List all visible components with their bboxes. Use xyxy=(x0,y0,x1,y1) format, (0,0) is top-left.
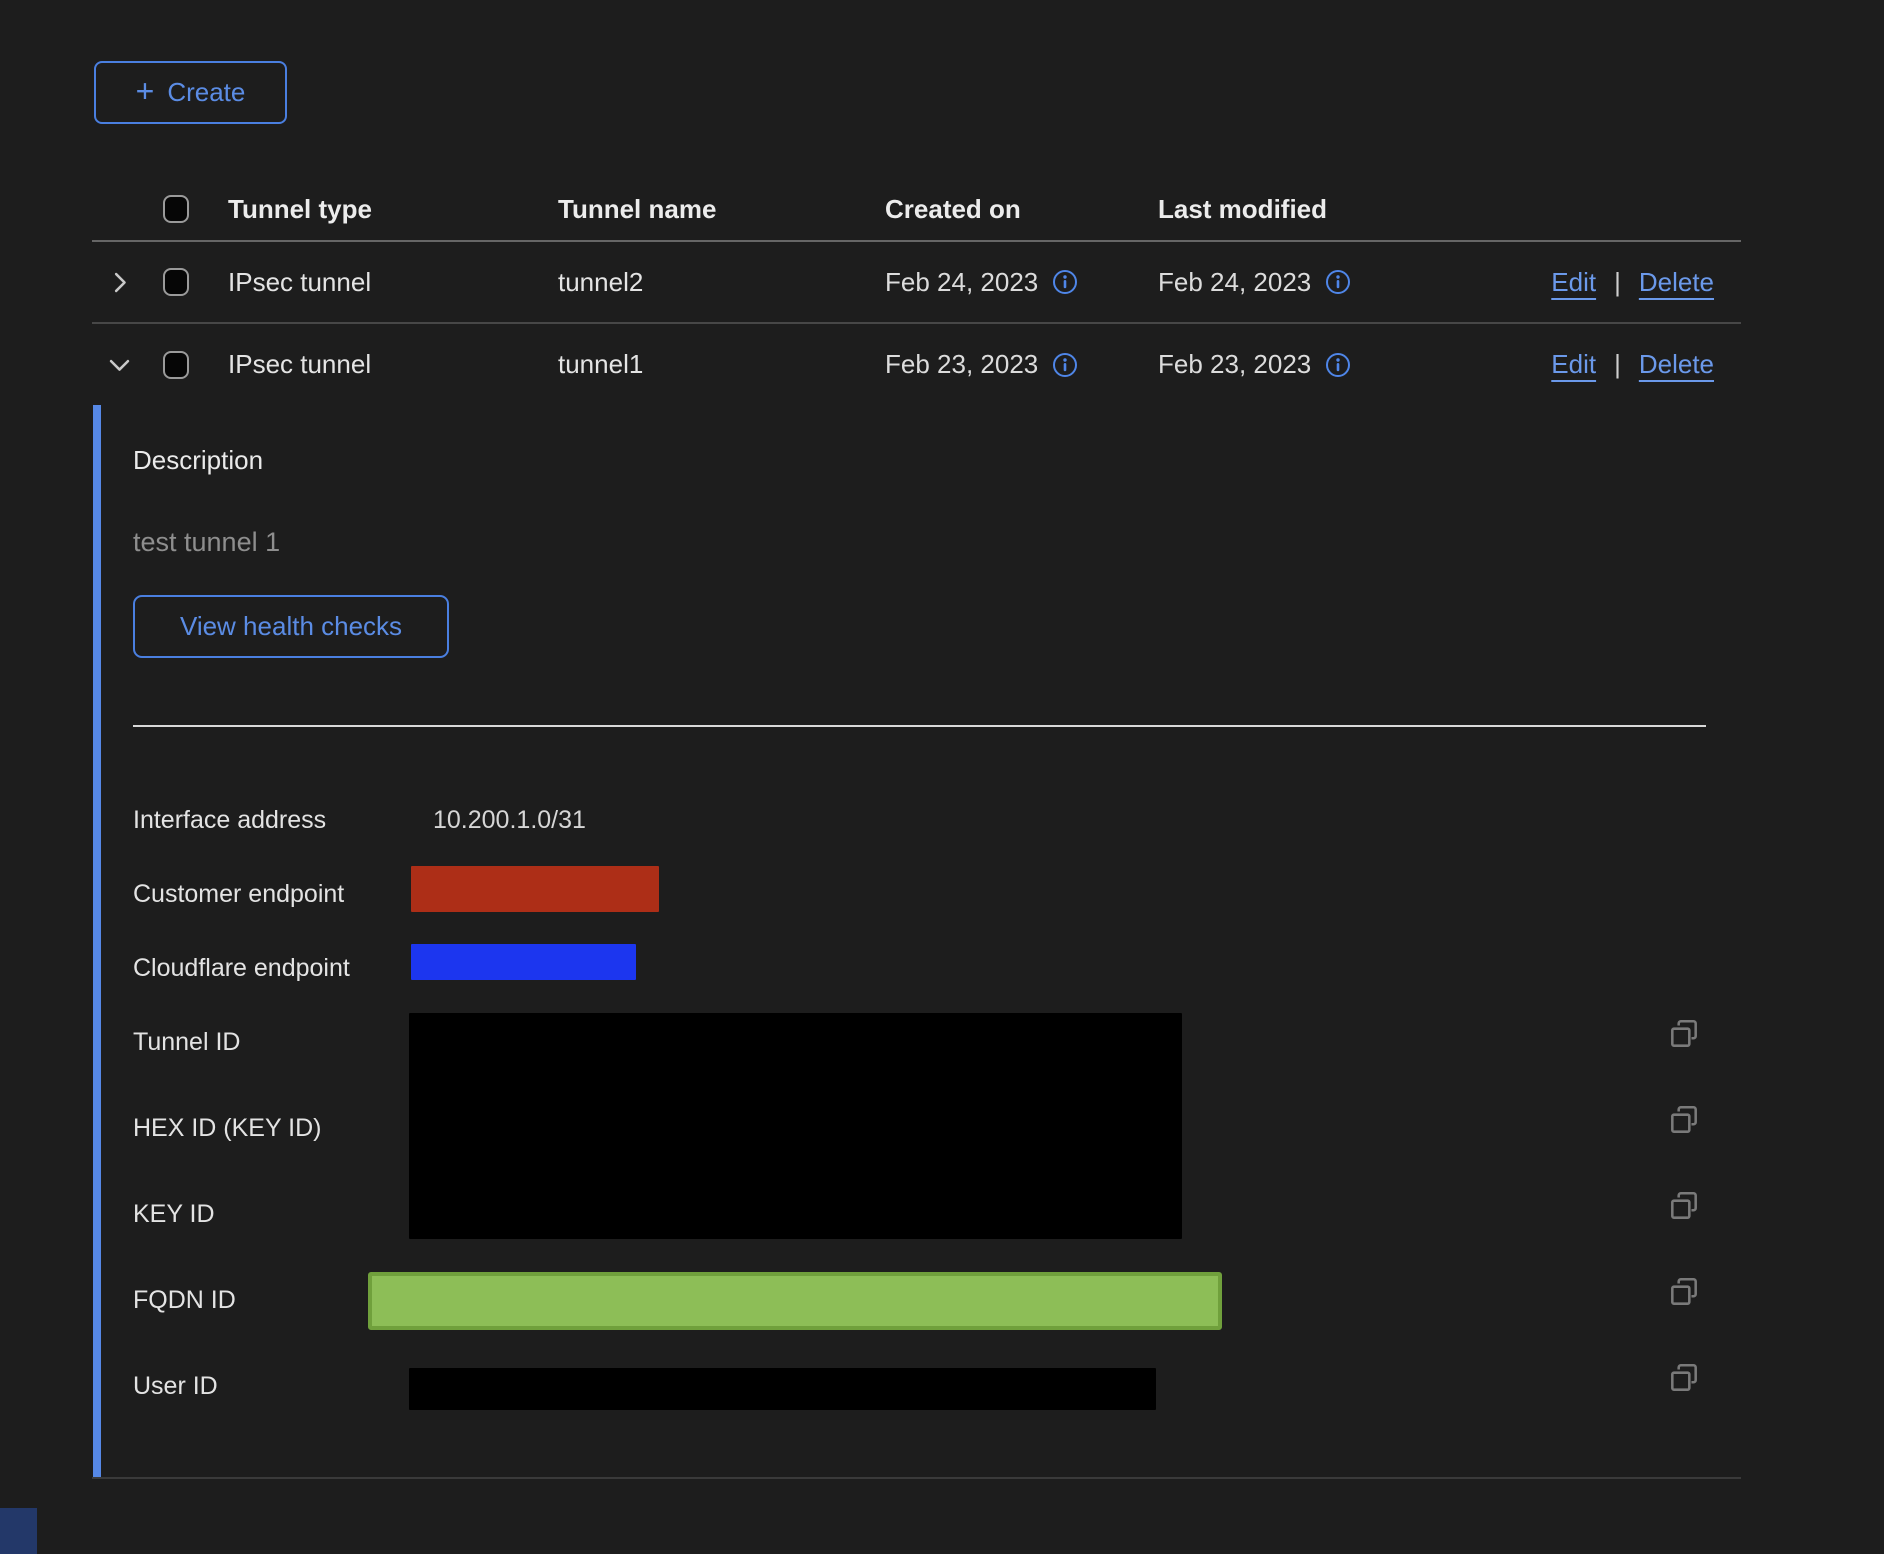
header-created-on: Created on xyxy=(885,194,1158,225)
edit-link[interactable]: Edit xyxy=(1551,349,1596,380)
info-icon xyxy=(1325,352,1351,378)
last-modified-info-button[interactable] xyxy=(1325,352,1351,378)
copy-icon xyxy=(1667,1189,1701,1223)
tunnel-type-cell: IPsec tunnel xyxy=(228,349,558,380)
interface-address-label: Interface address xyxy=(133,805,326,835)
table-row: IPsec tunnel tunnel2 Feb 24, 2023 Feb 24… xyxy=(92,242,1741,324)
header-tunnel-name: Tunnel name xyxy=(558,194,885,225)
tunnel-id-label: Tunnel ID xyxy=(133,1027,240,1057)
table-header-row: Tunnel type Tunnel name Created on Last … xyxy=(92,178,1741,242)
key-id-label: KEY ID xyxy=(133,1199,215,1229)
created-on-cell: Feb 24, 2023 xyxy=(885,267,1038,298)
select-all-checkbox[interactable] xyxy=(163,195,189,223)
info-icon xyxy=(1052,352,1078,378)
customer-endpoint-redaction xyxy=(411,866,659,912)
copy-icon xyxy=(1667,1017,1701,1051)
actions-separator: | xyxy=(1614,267,1621,298)
fqdn-id-label: FQDN ID xyxy=(133,1285,236,1315)
copy-hex-id-button[interactable] xyxy=(1667,1103,1701,1137)
created-on-info-button[interactable] xyxy=(1052,269,1078,295)
panel-divider xyxy=(133,725,1706,727)
copy-key-id-button[interactable] xyxy=(1667,1189,1701,1223)
tunnel-detail-panel: Description test tunnel 1 View health ch… xyxy=(93,405,1741,1478)
description-value: test tunnel 1 xyxy=(133,527,280,558)
last-modified-info-button[interactable] xyxy=(1325,269,1351,295)
create-button[interactable]: + Create xyxy=(94,61,287,124)
user-id-redaction xyxy=(409,1368,1156,1410)
tunnels-page: + Create Tunnel type Tunnel name Created… xyxy=(0,0,1884,1554)
bottom-left-corner-accent xyxy=(0,1508,37,1554)
last-modified-cell: Feb 23, 2023 xyxy=(1158,349,1311,380)
row-checkbox[interactable] xyxy=(163,268,189,296)
copy-tunnel-id-button[interactable] xyxy=(1667,1017,1701,1051)
copy-fqdn-id-button[interactable] xyxy=(1667,1275,1701,1309)
header-last-modified: Last modified xyxy=(1158,194,1458,225)
hex-id-label: HEX ID (KEY ID) xyxy=(133,1113,321,1143)
interface-address-value: 10.200.1.0/31 xyxy=(433,805,586,835)
row-checkbox[interactable] xyxy=(163,351,189,379)
created-on-cell: Feb 23, 2023 xyxy=(885,349,1038,380)
info-icon xyxy=(1325,269,1351,295)
actions-separator: | xyxy=(1614,349,1621,380)
delete-link[interactable]: Delete xyxy=(1639,349,1714,380)
info-icon xyxy=(1052,269,1078,295)
table-row: IPsec tunnel tunnel1 Feb 23, 2023 Feb 23… xyxy=(92,324,1741,405)
copy-user-id-button[interactable] xyxy=(1667,1361,1701,1395)
plus-icon: + xyxy=(136,75,155,107)
delete-link[interactable]: Delete xyxy=(1639,267,1714,298)
fqdn-id-redaction xyxy=(368,1272,1222,1330)
copy-icon xyxy=(1667,1361,1701,1395)
copy-icon xyxy=(1667,1275,1701,1309)
create-button-label: Create xyxy=(167,77,245,108)
chevron-down-icon xyxy=(106,351,133,378)
last-modified-cell: Feb 24, 2023 xyxy=(1158,267,1311,298)
table-bottom-border xyxy=(92,1477,1741,1479)
tunnel-name-cell: tunnel2 xyxy=(558,267,885,298)
copy-icon xyxy=(1667,1103,1701,1137)
collapse-row-button[interactable] xyxy=(106,351,133,378)
customer-endpoint-label: Customer endpoint xyxy=(133,879,344,909)
tunnel-type-cell: IPsec tunnel xyxy=(228,267,558,298)
cloudflare-endpoint-label: Cloudflare endpoint xyxy=(133,953,350,983)
header-checkbox-cell xyxy=(148,195,228,223)
cloudflare-endpoint-redaction xyxy=(411,944,636,980)
ids-redaction-block xyxy=(409,1013,1182,1239)
user-id-label: User ID xyxy=(133,1371,218,1401)
expand-row-button[interactable] xyxy=(106,269,133,296)
created-on-info-button[interactable] xyxy=(1052,352,1078,378)
view-health-checks-button[interactable]: View health checks xyxy=(133,595,449,658)
tunnels-table: Tunnel type Tunnel name Created on Last … xyxy=(92,178,1741,405)
chevron-right-icon xyxy=(106,269,133,296)
edit-link[interactable]: Edit xyxy=(1551,267,1596,298)
header-tunnel-type: Tunnel type xyxy=(228,194,558,225)
description-label: Description xyxy=(133,445,263,476)
tunnel-name-cell: tunnel1 xyxy=(558,349,885,380)
